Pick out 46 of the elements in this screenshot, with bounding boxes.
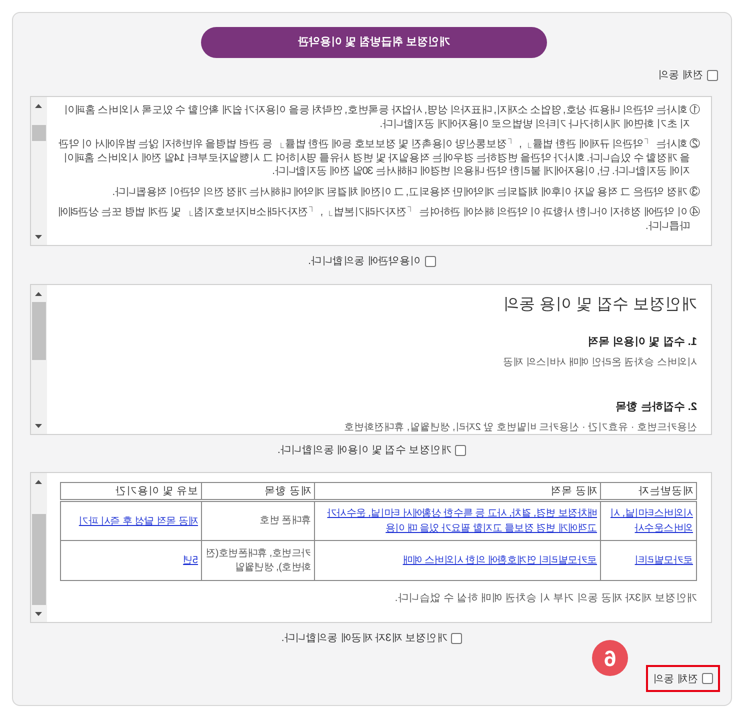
step-badge: 6 (592, 640, 628, 676)
table-link[interactable]: 로카모빌리티 연계호환에 의한 시외버스 예매 (318, 553, 597, 568)
table-link[interactable]: 로카모빌리티 (604, 553, 693, 568)
column-header: 제공 항목 (202, 482, 314, 500)
table-cell: 카드번호, 휴대폰번호(전화번호), 생년월일 (202, 540, 314, 580)
checkbox[interactable] (455, 444, 466, 456)
scroll-up-icon[interactable] (36, 292, 42, 296)
agree-label: 전체 동의 (652, 672, 698, 686)
scroll-up-icon[interactable] (36, 104, 42, 108)
scroll-down-icon[interactable] (36, 612, 42, 616)
item-text: 시외버스 승차권 온라인 예매 서비스의 제공 (502, 356, 697, 369)
scroll-up-icon[interactable] (36, 480, 42, 484)
agree-label: 전체 동의 (658, 68, 703, 82)
agree-label: 개인정보 수집 및 이용에 동의합니다. (278, 443, 452, 457)
checkbox[interactable] (702, 673, 713, 684)
column-header: 보유 및 이용기간 (60, 482, 202, 500)
scroll-down-icon[interactable] (36, 234, 42, 238)
scrollbar-thumb[interactable] (32, 302, 46, 360)
table-link[interactable]: 시외버스터미널, 시외버스운수사 (604, 506, 693, 536)
terms-paragraph: ③ 개정 약관은 그 적용 일자 이후에 체결되는 계약에만 적용되고, 그 이전에 체결된 계약에 대해서는 개정 전의 약관이 적용됩니다. (112, 186, 700, 199)
checkbox[interactable] (424, 256, 436, 266)
scrollbar[interactable] (31, 473, 47, 622)
title-banner: 개인정보 취급방침 및 이용약관 (201, 27, 547, 58)
agree-label: 이용약관에 동의합니다. (308, 254, 421, 268)
terms-paragraph: ④ 이 약관에 정하지 아니한 사항과 이 약관의 해석에 관하여는 「전자거래기본법」, 「전자거래소비자보호지침」 및 관계 법령 또는 상관례에 따릅니다. (57, 206, 700, 233)
scrollbar[interactable] (31, 97, 47, 245)
scroll-down-icon[interactable] (36, 424, 42, 428)
agree-label: 개인정보 제3자 제공에 동의합니다. (282, 631, 448, 645)
item-heading: 2. 수집하는 항목 (614, 400, 697, 414)
item-text: 신용카드번호 · 유효기간 · 신용카드 비밀번호 앞 2자리, 생년월일, 휴대전화번호 (343, 421, 697, 434)
scrollbar-thumb[interactable] (32, 125, 46, 141)
scrollbar[interactable] (31, 285, 47, 434)
terms-paragraph: ① 회사는 약관의 내용과 상호, 영업소 소재지, 대표자의 성명, 사업자 등록번호, 연락처 등을 이용자가 쉽게 확인할 수 있도록 시외버스 홈페이지 초기 화면에 게시하거나 기타의 방법으로 이용자에게 공지합니다. (63, 104, 700, 131)
table-cell: 휴대폰 번호 (202, 500, 314, 540)
column-header: 제공받는자 (600, 482, 696, 500)
table-link[interactable]: 배차정보 변경, 결차, 사고 등 특수한 상황에서 터미널, 운수사가 고객에게 변경 정보를 고지할 필요가 있을 때 이용 (318, 506, 597, 536)
table-link[interactable]: 5년 (64, 553, 198, 568)
checkbox[interactable] (451, 632, 462, 644)
item-heading: 1. 수집 및 이용의 목적 (586, 335, 697, 349)
column-header: 제공 목적 (314, 482, 600, 500)
scrollbar-thumb[interactable] (32, 514, 46, 605)
section-heading: 개인정보 수집 및 이용 동의 (502, 295, 697, 315)
checkbox[interactable] (707, 70, 718, 80)
table-link[interactable]: 제공 목적 달성 후 즉시 파기 (64, 514, 198, 528)
table-note: 개인정보 제3자 제공 동의 거부 시 승차권 예매 하실 수 없습니다. (394, 591, 697, 605)
terms-paragraph: ② 회사는 「약관의 규제에 관한 법률」, 「정보통신망 이용촉진 및 정보보호 등에 관한 법률」 등 관련 법령을 위반하지 않는 범위에서 이 약관을 개정할 수 있습니다. 회사가 약관을 변경하는 경우에는 적용일자 및 변경 사유를 명시하여 그 시행일자로부터 14일 전에 시외버스 홈페이지에 공지합니다. 단, 이용자에게 불리한 약관 내용의 변경에 대해서는 30일 전에 공지합니다. (58, 138, 700, 178)
